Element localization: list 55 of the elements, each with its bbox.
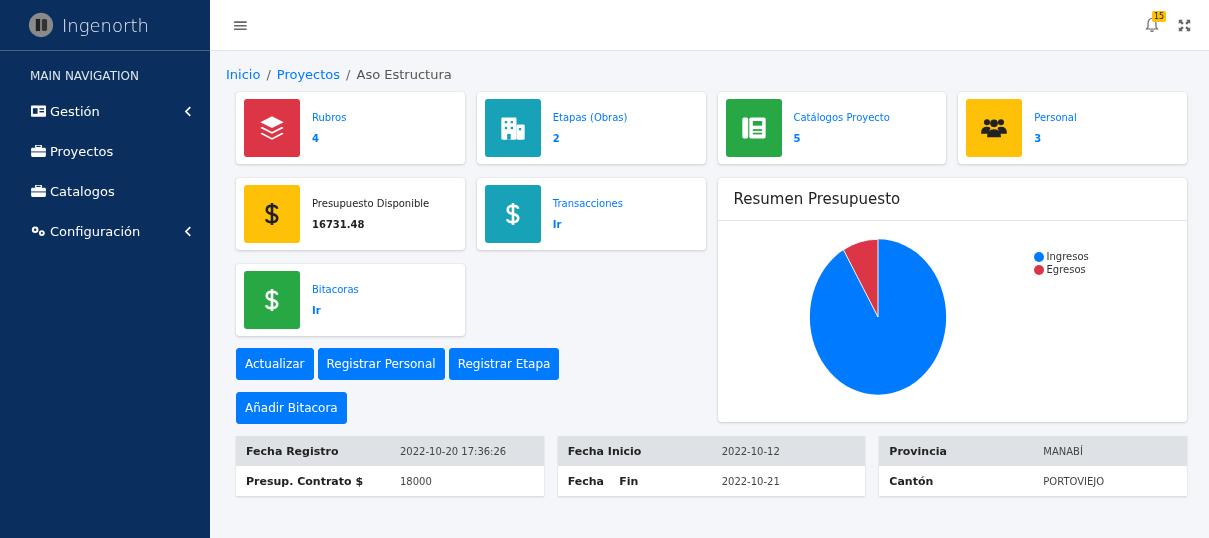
info-box-value[interactable]: Ir [312, 305, 359, 316]
breadcrumb-link[interactable]: Inicio [226, 67, 261, 82]
logo-icon [28, 12, 54, 38]
breadcrumb-current: Aso Estructura [356, 67, 452, 82]
info-box-label[interactable]: Rubros [312, 112, 347, 123]
nav-item[interactable]: Proyectos [0, 131, 210, 171]
info-box-value: 16731.48 [312, 219, 366, 230]
nav-item[interactable]: Gestión [0, 91, 210, 131]
notification-badge: 15 [1152, 11, 1167, 22]
info-box-value[interactable]: 3 [1034, 133, 1077, 144]
bell-icon[interactable] [1144, 17, 1160, 33]
breadcrumb-link[interactable]: Proyectos [276, 67, 341, 82]
briefcase-icon [31, 185, 46, 197]
info-box-label[interactable]: Bitacoras [312, 284, 359, 295]
info-box-label[interactable]: Etapas (Obras) [552, 112, 628, 123]
menu-button[interactable]: ≡ [228, 13, 253, 37]
briefcase-icon [31, 145, 46, 157]
info-box-label[interactable]: Transacciones [552, 198, 623, 209]
info-box-label[interactable]: Personal [1034, 112, 1077, 123]
action-button[interactable]: Registrar Etapa [448, 348, 560, 380]
info-box-value[interactable]: 5 [793, 133, 890, 144]
table-cell-text: PORTOVIEJO [1042, 475, 1106, 487]
table-cell-text: 2022-10-21 [720, 475, 781, 487]
fullscreen-icon[interactable] [1178, 18, 1191, 32]
table-cell-text: MANABÍ [1042, 445, 1084, 457]
table-cell-text: 2022-10-12 [720, 445, 781, 457]
brand-name[interactable]: Ingenorth [62, 14, 149, 36]
table-header-cell-text: Fecha Inicio [566, 444, 643, 458]
action-button[interactable]: Actualizar [236, 348, 314, 380]
nav-item[interactable]: Configuración [0, 211, 210, 251]
info-box-value[interactable]: 4 [312, 133, 347, 144]
info-box-value[interactable]: 2 [552, 133, 628, 144]
table-header-cell-text: Cantón [888, 474, 935, 488]
table-cell-text: 18000 [399, 475, 433, 487]
table-header-cell-text: Fecha Fin [566, 474, 640, 488]
table-header-cell-text: Presup. Contrato $ [245, 474, 365, 488]
action-button[interactable]: Registrar Personal [317, 348, 445, 380]
legend-label[interactable]: Ingresos [1046, 251, 1089, 262]
gears-icon [31, 225, 46, 237]
legend-label[interactable]: Egresos [1046, 264, 1086, 275]
info-box-label[interactable]: Catálogos Proyecto [793, 112, 890, 123]
action-button[interactable]: Añadir Bitacora [236, 392, 347, 424]
nav-item[interactable]: Catalogos [0, 171, 210, 211]
info-box-label: Presupuesto Disponible [312, 198, 430, 209]
chart-title: Resumen Presupuesto [717, 178, 1187, 221]
chevron-icon[interactable] [185, 225, 192, 237]
id-card-icon [31, 105, 46, 117]
table-cell-text: 2022-10-20 17:36:26 [399, 445, 508, 457]
chevron-icon[interactable] [185, 105, 192, 117]
breadcrumb-separator: / [346, 67, 351, 82]
nav-header: MAIN NAVIGATION [29, 68, 140, 85]
breadcrumb-separator: / [266, 67, 271, 82]
table-header-cell-text: Fecha Registro [245, 444, 340, 458]
table-header-cell-text: Provincia [888, 444, 948, 458]
info-box-value[interactable]: Ir [552, 219, 623, 230]
